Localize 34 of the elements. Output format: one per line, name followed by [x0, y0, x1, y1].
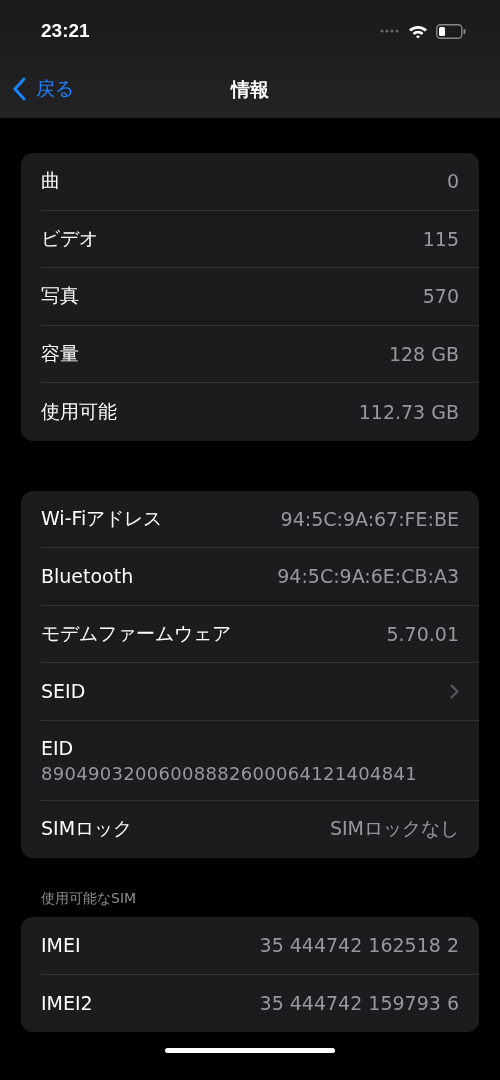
row-value: 35 444742 159793 6 [259, 992, 459, 1015]
row-label: 写真 [41, 283, 79, 309]
row-label: Wi-Fiアドレス [41, 505, 163, 531]
battery-icon [436, 23, 466, 39]
row-value: SIMロックなし [329, 816, 459, 842]
row-label: IMEI [41, 934, 81, 957]
row-value: 0 [446, 170, 459, 193]
back-button[interactable]: 戻る [12, 76, 74, 102]
chevron-right-icon [450, 683, 459, 699]
page-title: 情報 [231, 77, 269, 102]
row-value: 128 GB [388, 342, 459, 365]
row-value: 94:5C:9A:67:FE:BE [280, 507, 459, 530]
row-value: 112.73 GB [358, 400, 459, 423]
row-label: Bluetooth [41, 565, 134, 588]
status-time: 23:21 [41, 20, 90, 42]
row-label: EID [41, 736, 74, 759]
row-label: モデムファームウェア [41, 620, 231, 646]
chevron-left-icon [12, 77, 26, 101]
row-value: 94:5C:9A:6E:CB:A3 [277, 565, 459, 588]
row-label: SIMロック [41, 816, 133, 842]
row-label: 使用可能 [41, 398, 117, 424]
row-label: IMEI2 [41, 992, 93, 1015]
row-label: 容量 [41, 340, 79, 366]
row-value: 115 [422, 227, 459, 250]
row-value: 89049032006008882600064121404841 [41, 762, 418, 784]
row-label: 曲 [41, 168, 60, 194]
row-label[interactable]: SEID [41, 680, 86, 703]
row-value: 570 [422, 285, 459, 308]
row-label: ビデオ [41, 225, 98, 251]
section-header: 使用可能なSIM [40, 890, 138, 908]
row-value: 35 444742 162518 2 [259, 934, 459, 957]
row-value: 5.70.01 [386, 622, 459, 645]
wifi-icon [408, 23, 428, 39]
signal-icon [380, 29, 400, 33]
